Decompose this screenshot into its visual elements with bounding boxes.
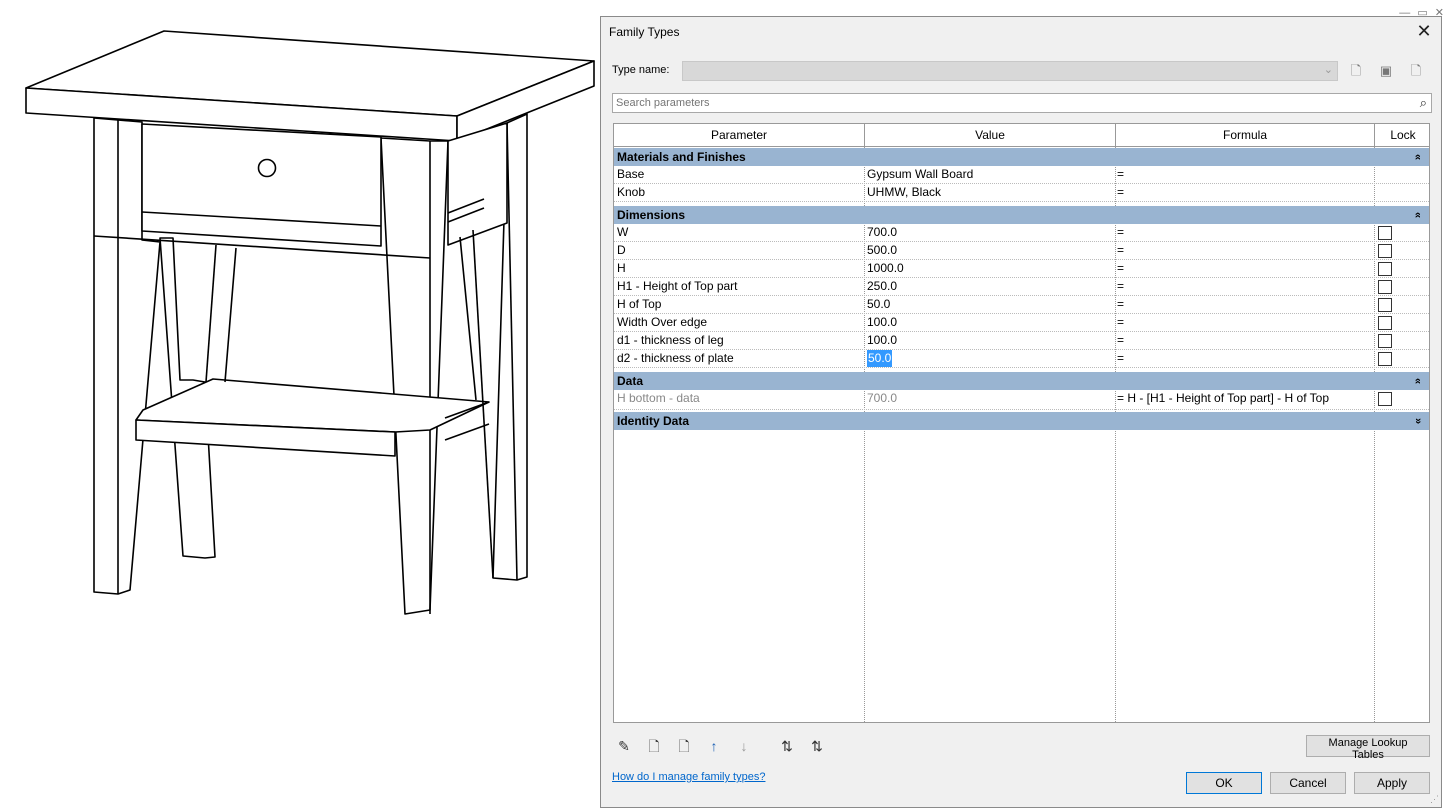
lock-checkbox[interactable] (1378, 298, 1392, 312)
parameter-value: 700.0 (867, 391, 898, 405)
delete-type-icon[interactable]: 🗋 (1406, 61, 1426, 81)
parameter-value[interactable]: UHMW, Black (867, 184, 941, 201)
parameter-name: Knob (617, 185, 646, 199)
parameter-formula[interactable]: = (1117, 314, 1124, 331)
model-viewport[interactable] (0, 0, 600, 812)
parameter-name: Width Over edge (617, 315, 708, 329)
lock-checkbox[interactable] (1378, 392, 1392, 406)
apply-button[interactable]: Apply (1354, 772, 1430, 794)
parameter-name: H (617, 261, 626, 275)
parameter-value[interactable]: 100.0 (867, 332, 897, 349)
parameter-value[interactable]: 700.0 (867, 224, 897, 241)
lock-checkbox[interactable] (1378, 244, 1392, 258)
search-icon[interactable]: ⌕ (1420, 95, 1427, 111)
ok-button[interactable]: OK (1186, 772, 1262, 794)
chevron-down-icon: ⌄ (1323, 64, 1333, 76)
family-types-dialog: Family Types ✕ Type name: ⌄ 🗋 ▣ 🗋 ⌕ Para… (600, 16, 1442, 808)
group-header-dimensions[interactable]: Dimensions » (614, 206, 1429, 224)
manage-lookup-tables-button[interactable]: Manage Lookup Tables (1306, 735, 1430, 761)
parameter-row[interactable]: H 1000.0 = (614, 260, 1429, 278)
grid-header: Parameter Value Formula Lock (614, 124, 1429, 147)
parameter-value[interactable]: 500.0 (867, 242, 897, 259)
parameter-value[interactable]: Gypsum Wall Board (867, 166, 973, 183)
group-header-identity[interactable]: Identity Data » (614, 412, 1429, 430)
parameter-name: H1 - Height of Top part (617, 279, 738, 293)
parameter-name: d1 - thickness of leg (617, 333, 724, 347)
parameter-formula[interactable]: = H - [H1 - Height of Top part] - H of T… (1117, 390, 1329, 407)
parameter-row[interactable]: H of Top 50.0 = (614, 296, 1429, 314)
parameter-value[interactable]: 250.0 (867, 278, 897, 295)
parameter-name: W (617, 225, 629, 239)
parameter-formula[interactable]: = (1117, 242, 1124, 259)
parameter-formula[interactable]: = (1117, 332, 1124, 349)
collapse-icon[interactable]: » (1409, 212, 1427, 218)
delete-parameter-icon[interactable]: 🗋 (673, 735, 695, 757)
nightstand-drawing (25, 30, 595, 615)
parameter-name: d2 - thickness of plate (617, 351, 734, 365)
parameter-formula[interactable]: = (1117, 184, 1124, 201)
pencil-icon[interactable]: ✎ (613, 735, 635, 757)
collapse-icon[interactable]: » (1409, 378, 1427, 384)
parameters-grid: Parameter Value Formula Lock Materials a… (613, 123, 1430, 723)
column-header-value[interactable]: Value (865, 124, 1116, 146)
lock-checkbox[interactable] (1378, 226, 1392, 240)
group-header-data[interactable]: Data » (614, 372, 1429, 390)
column-header-parameter[interactable]: Parameter (614, 124, 865, 146)
dialog-title: Family Types (609, 25, 680, 39)
parameter-formula[interactable]: = (1117, 224, 1124, 241)
parameter-row[interactable]: W 700.0 = (614, 224, 1429, 242)
parameter-name: Base (617, 167, 645, 181)
close-icon[interactable]: ✕ (1413, 21, 1435, 43)
parameter-formula[interactable]: = (1117, 350, 1124, 367)
parameter-row[interactable]: Width Over edge 100.0 = (614, 314, 1429, 332)
parameter-value[interactable]: 50.0 (867, 296, 890, 313)
resize-grip-icon[interactable]: ⋰ (1430, 794, 1439, 805)
parameter-row[interactable]: H1 - Height of Top part 250.0 = (614, 278, 1429, 296)
parameter-row[interactable]: D 500.0 = (614, 242, 1429, 260)
parameter-value[interactable]: 100.0 (867, 314, 897, 331)
type-name-dropdown[interactable]: ⌄ (682, 61, 1338, 81)
sort-ascending-icon[interactable]: ⇅ (776, 735, 798, 757)
parameter-row[interactable]: Base Gypsum Wall Board = (614, 166, 1429, 184)
new-parameter-icon[interactable]: 🗋 (643, 735, 665, 757)
sort-descending-icon[interactable]: ⇅ (806, 735, 828, 757)
parameter-row[interactable]: d2 - thickness of plate 50.0 = (614, 350, 1429, 368)
parameter-name: H bottom - data (617, 391, 700, 405)
column-header-lock[interactable]: Lock (1375, 124, 1429, 146)
move-up-icon[interactable]: ↑ (703, 735, 725, 757)
group-title: Data (617, 374, 644, 388)
column-header-formula[interactable]: Formula (1116, 124, 1375, 146)
parameter-formula[interactable]: = (1117, 166, 1124, 183)
parameter-row[interactable]: H bottom - data 700.0 = H - [H1 - Height… (614, 390, 1429, 410)
lock-checkbox[interactable] (1378, 262, 1392, 276)
group-header-materials[interactable]: Materials and Finishes » (614, 148, 1429, 166)
parameter-row[interactable]: d1 - thickness of leg 100.0 = (614, 332, 1429, 350)
rename-type-icon[interactable]: ▣ (1376, 61, 1396, 81)
cancel-button[interactable]: Cancel (1270, 772, 1346, 794)
lock-checkbox[interactable] (1378, 316, 1392, 330)
lock-checkbox[interactable] (1378, 352, 1392, 366)
parameter-name: H of Top (617, 297, 662, 311)
parameter-value[interactable]: 1000.0 (867, 260, 904, 277)
group-title: Dimensions (617, 208, 686, 222)
move-down-icon[interactable]: ↓ (733, 735, 755, 757)
selected-value-text[interactable]: 50.0 (867, 350, 893, 367)
parameter-name: D (617, 243, 626, 257)
search-box[interactable]: ⌕ (612, 93, 1432, 113)
group-title: Materials and Finishes (617, 150, 746, 164)
parameter-formula[interactable]: = (1117, 260, 1124, 277)
lock-checkbox[interactable] (1378, 280, 1392, 294)
group-title: Identity Data (617, 414, 690, 428)
collapse-icon[interactable]: » (1409, 154, 1427, 160)
type-name-label: Type name: (612, 64, 670, 76)
parameter-row[interactable]: Knob UHMW, Black = (614, 184, 1429, 202)
parameter-formula[interactable]: = (1117, 278, 1124, 295)
parameter-formula[interactable]: = (1117, 296, 1124, 313)
lock-checkbox[interactable] (1378, 334, 1392, 348)
expand-icon[interactable]: » (1409, 418, 1427, 424)
search-input[interactable] (613, 94, 1409, 112)
help-link[interactable]: How do I manage family types? (612, 771, 765, 783)
new-type-icon[interactable]: 🗋 (1346, 61, 1366, 81)
